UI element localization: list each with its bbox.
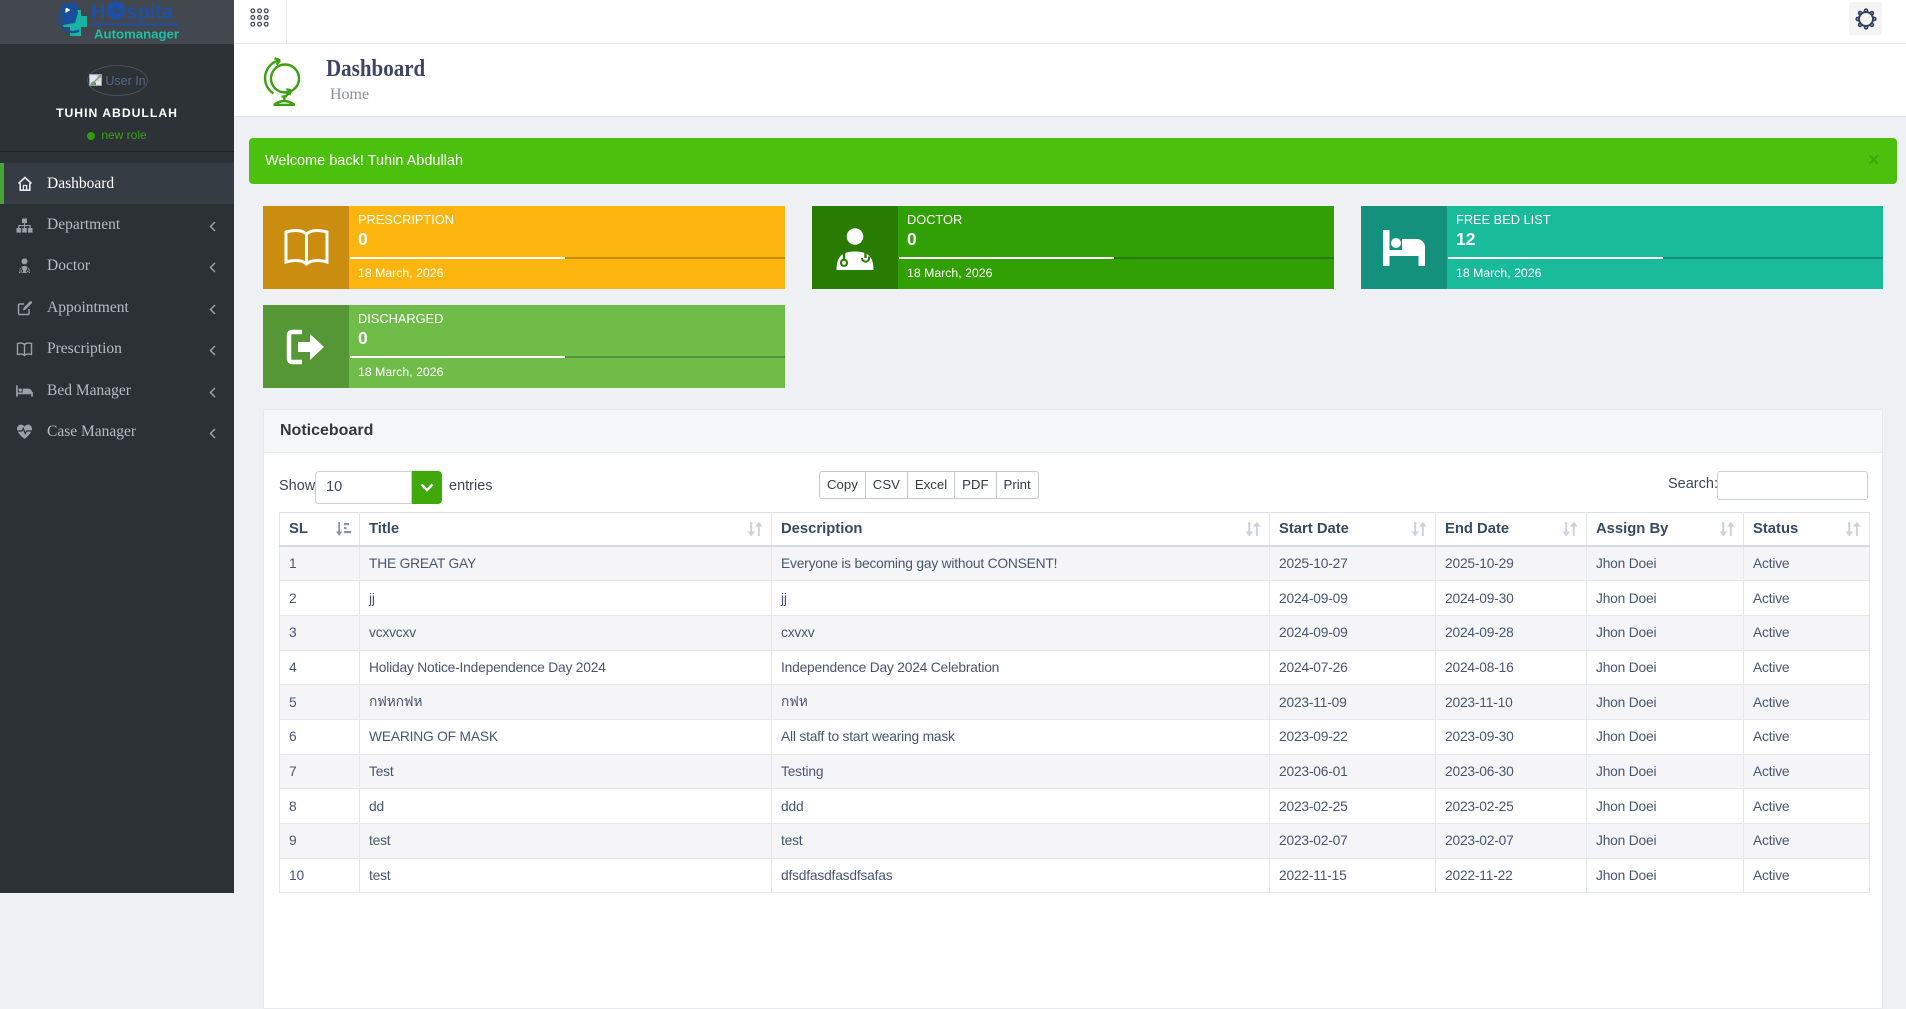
svg-text:spita: spita (127, 2, 175, 24)
svg-text:H: H (91, 2, 105, 24)
svg-text:Automanager: Automanager (94, 27, 179, 42)
